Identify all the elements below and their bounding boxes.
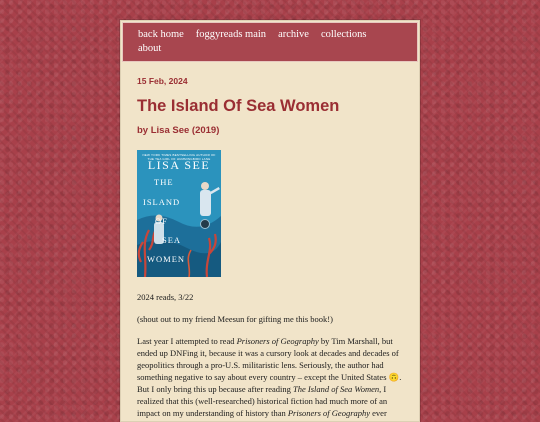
book-cover-image: NEW YORK TIMES BESTSELLING AUTHOR OF THE… <box>137 150 221 277</box>
cover-title-word: WOMEN <box>147 254 186 264</box>
cover-title-word: ISLAND <box>143 197 181 207</box>
book-reference: Prisoners of Geography <box>236 336 319 346</box>
nav-about-link[interactable]: about <box>138 43 161 54</box>
nav-collections-link[interactable]: collections <box>321 29 367 40</box>
post-content: 15 Feb, 2024 The Island Of Sea Women by … <box>121 76 419 419</box>
book-reference: The Island of Sea Women <box>293 384 380 394</box>
review-text: ever <box>370 408 387 418</box>
upside-down-face-emoji-icon: 🙃 <box>388 372 400 382</box>
nav-archive-link[interactable]: archive <box>278 29 309 40</box>
book-reference: Prisoners of Geography <box>287 408 371 418</box>
post-title: The Island Of Sea Women <box>137 97 340 115</box>
cover-title-word: THE <box>154 177 174 187</box>
reads-count: 2024 reads, 3/22 <box>137 292 194 302</box>
page-container: back home foggyreads main archive collectio… <box>120 20 420 422</box>
cover-title-word: OF <box>155 216 168 226</box>
top-nav: back home foggyreads main archive collectio… <box>122 22 418 62</box>
nav-back-home-link[interactable]: back home <box>138 29 184 40</box>
review-text: Last year I attempted to read <box>137 336 237 346</box>
review-paragraph: Last year I attempted to read Prisoners … <box>137 335 403 419</box>
post-byline: by Lisa See (2019) <box>137 125 220 136</box>
nav-foggyreads-main-link[interactable]: foggyreads main <box>196 29 266 40</box>
shoutout-text: (shout out to my friend Meesun for gifti… <box>137 314 333 324</box>
post-date: 15 Feb, 2024 <box>137 76 188 86</box>
cover-author: LISA SEE <box>147 158 211 172</box>
cover-title-word: SEA <box>162 235 182 245</box>
